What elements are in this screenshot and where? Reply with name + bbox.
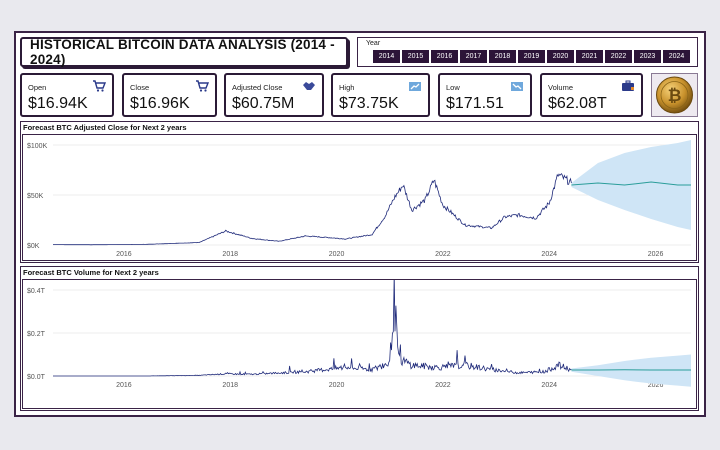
x-tick-label: 2022 (435, 382, 451, 389)
historical-series-line (53, 272, 572, 377)
dashboard-title: HISTORICAL BITCOIN DATA ANALYSIS (2014 -… (30, 37, 335, 67)
chart-panel-adjusted-close: Forecast BTC Adjusted Close for Next 2 y… (20, 121, 699, 263)
volume-forecast-chart[interactable]: $0.0T$0.2T$0.4T2016 2018 2020 2022 2024 2026 (23, 272, 698, 410)
year-button-2019[interactable]: 2019 (518, 50, 545, 63)
forecast-confidence-band (571, 354, 691, 387)
x-tick-label: 2026 (648, 251, 664, 258)
y-tick-label: $0K (27, 243, 40, 250)
bitcoin-coin-icon: ₿ (656, 76, 693, 114)
x-tick-label: 2022 (435, 251, 451, 258)
y-tick-label: $0.2T (27, 331, 46, 338)
year-button-2016[interactable]: 2016 (431, 50, 458, 63)
kpi-value: $171.51 (446, 95, 504, 112)
kpi-label: Low (446, 83, 460, 92)
cart-icon (93, 80, 106, 92)
kpi-card-open[interactable]: Open $16.94K (20, 73, 114, 117)
year-button-2020[interactable]: 2020 (547, 50, 574, 63)
year-button-2017[interactable]: 2017 (460, 50, 487, 63)
x-tick-label: 2016 (116, 382, 132, 389)
kpi-value: $60.75M (232, 95, 295, 112)
year-button-2024[interactable]: 2024 (663, 50, 690, 63)
chart-panel-volume: Forecast BTC Volume for Next 2 years $0.… (20, 266, 699, 411)
x-tick-label: 2020 (329, 251, 345, 258)
trend-down-icon (511, 82, 523, 91)
kpi-value: $16.94K (28, 95, 88, 112)
year-button-2022[interactable]: 2022 (605, 50, 632, 63)
y-tick-label: $0.0T (27, 374, 46, 381)
historical-series-line (53, 173, 572, 246)
x-tick-label: 2018 (222, 251, 238, 258)
kpi-card-low[interactable]: Low $171.51 (438, 73, 532, 117)
forecast-confidence-band (571, 140, 691, 230)
kpi-value: $73.75K (339, 95, 399, 112)
year-button-2021[interactable]: 2021 (576, 50, 603, 63)
y-tick-label: $50K (27, 193, 44, 200)
cart-icon (196, 80, 209, 92)
year-button-2015[interactable]: 2015 (402, 50, 429, 63)
y-tick-label: $100K (27, 143, 48, 150)
kpi-value: $62.08T (548, 95, 607, 112)
y-tick-label: $0.4T (27, 288, 46, 295)
kpi-card-close[interactable]: Close $16.96K (122, 73, 217, 117)
year-slicer: Year 2014 2015 2016 2017 2018 2019 2020 … (357, 37, 698, 67)
kpi-card-volume[interactable]: Volume $62.08T (540, 73, 643, 117)
year-slicer-label: Year (366, 40, 381, 47)
kpi-label: Volume (548, 83, 574, 92)
kpi-card-high[interactable]: High $73.75K (331, 73, 430, 117)
kpi-label: Open (28, 83, 47, 92)
year-button-2023[interactable]: 2023 (634, 50, 661, 63)
kpi-value: $16.96K (130, 95, 190, 112)
chart-title: Forecast BTC Adjusted Close for Next 2 y… (23, 123, 187, 132)
year-button-2018[interactable]: 2018 (489, 50, 516, 63)
dashboard-title-box: HISTORICAL BITCOIN DATA ANALYSIS (2014 -… (20, 37, 348, 67)
kpi-label: High (339, 83, 355, 92)
adjusted-close-forecast-chart[interactable]: $0K $50K $100K 2016 2018 2020 2022 2024 2026 (23, 135, 698, 262)
trend-up-icon (409, 82, 421, 91)
kpi-label: Close (130, 83, 150, 92)
kpi-card-adjusted-close[interactable]: Adjusted Close $60.75M (224, 73, 324, 117)
x-tick-label: 2020 (329, 382, 345, 389)
chart-title: Forecast BTC Volume for Next 2 years (23, 268, 159, 277)
kpi-label: Adjusted Close (232, 83, 283, 92)
x-tick-label: 2016 (116, 251, 132, 258)
x-tick-label: 2018 (222, 382, 238, 389)
bitcoin-logo-box: ₿ (651, 73, 698, 117)
x-tick-label: 2024 (541, 251, 557, 258)
x-tick-label: 2024 (541, 382, 557, 389)
svg-text:₿: ₿ (668, 86, 682, 105)
year-button-2014[interactable]: 2014 (373, 50, 400, 63)
briefcase-icon (622, 80, 634, 91)
handshake-icon (303, 82, 315, 90)
